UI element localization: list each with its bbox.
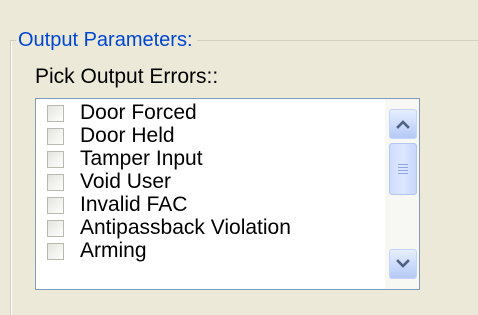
- item-label: Invalid FAC: [80, 193, 188, 216]
- list-item-arming[interactable]: Arming: [36, 239, 386, 263]
- group-box-left-highlight: [11, 41, 12, 315]
- item-label: Void User: [80, 170, 172, 193]
- list-item-invalid-fac[interactable]: Invalid FAC: [36, 193, 386, 217]
- vertical-scrollbar[interactable]: [385, 99, 419, 289]
- item-label: Antipassback Violation: [80, 216, 291, 239]
- list-item-void-user[interactable]: Void User: [36, 170, 386, 194]
- chevron-up-icon: [396, 120, 410, 129]
- chevron-down-icon: [396, 259, 410, 268]
- output-errors-checklist[interactable]: Door Forced Door Held Tamper Input Void …: [35, 98, 420, 290]
- list-item-antipassback-violation[interactable]: Antipassback Violation: [36, 216, 386, 240]
- checkbox[interactable]: [47, 197, 64, 214]
- item-label: Door Held: [80, 124, 175, 147]
- checklist-items: Door Forced Door Held Tamper Input Void …: [36, 101, 386, 264]
- checkbox[interactable]: [47, 105, 64, 122]
- scroll-thumb[interactable]: [389, 143, 417, 195]
- output-parameters-panel: Output Parameters: Pick Output Errors:: …: [0, 0, 478, 315]
- grip-icon: [398, 164, 408, 174]
- checkbox[interactable]: [47, 174, 64, 191]
- list-item-door-forced[interactable]: Door Forced: [36, 101, 386, 125]
- list-item-tamper-input[interactable]: Tamper Input: [36, 147, 386, 171]
- item-label: Arming: [80, 239, 147, 262]
- checkbox[interactable]: [47, 243, 64, 260]
- list-item-door-held[interactable]: Door Held: [36, 124, 386, 148]
- checkbox[interactable]: [47, 151, 64, 168]
- item-label: Door Forced: [80, 101, 197, 124]
- group-box-title: Output Parameters:: [16, 27, 197, 53]
- checkbox[interactable]: [47, 128, 64, 145]
- checkbox[interactable]: [47, 220, 64, 237]
- pick-output-errors-label: Pick Output Errors::: [35, 65, 219, 88]
- item-label: Tamper Input: [80, 147, 203, 170]
- scroll-up-button[interactable]: [389, 109, 417, 139]
- scroll-down-button[interactable]: [389, 249, 417, 279]
